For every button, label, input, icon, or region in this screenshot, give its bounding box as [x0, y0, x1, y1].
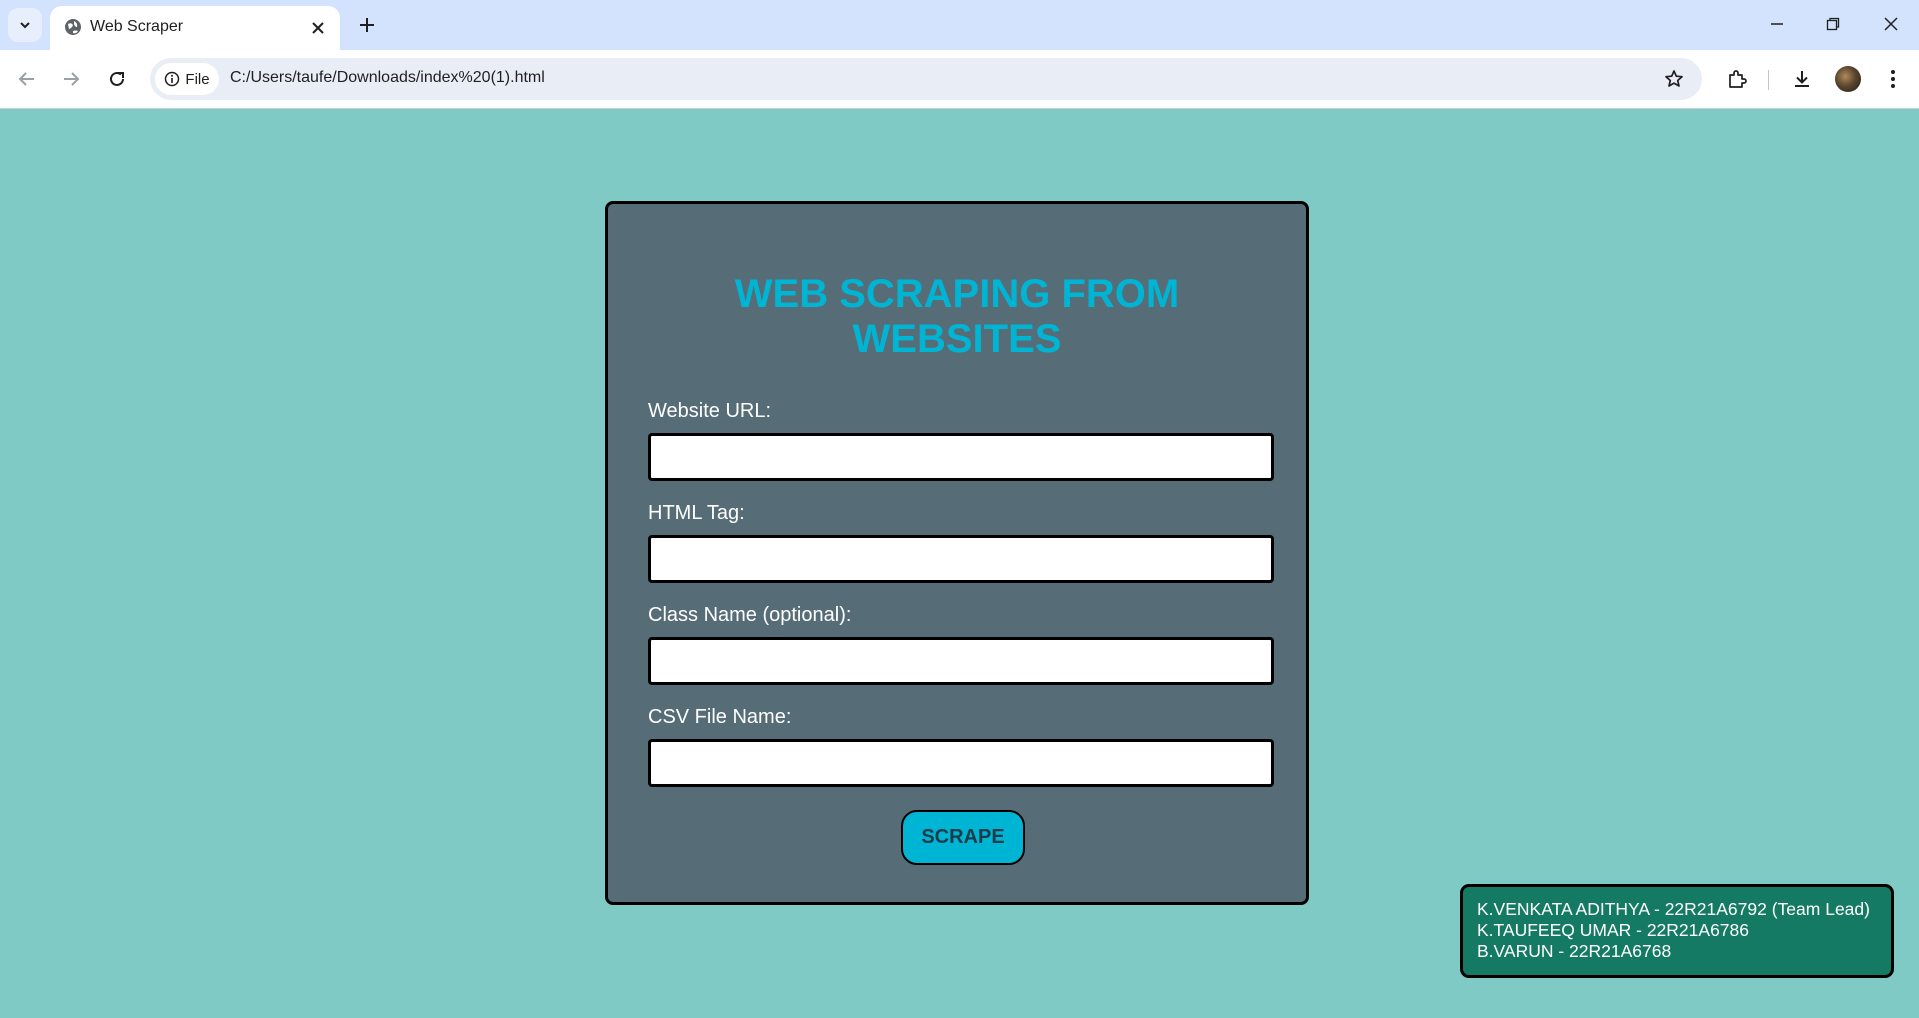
site-chip-label: File — [185, 70, 210, 88]
class-name-label: Class Name (optional): — [648, 604, 852, 626]
url-text[interactable]: C:/Users/taufe/Downloads/index%20(1).htm… — [230, 69, 545, 87]
class-name-input[interactable] — [648, 637, 1274, 685]
credit-line: K.TAUFEEQ UMAR - 22R21A6786 — [1477, 920, 1749, 940]
close-icon — [312, 22, 324, 34]
scrape-button[interactable]: SCRAPE — [901, 810, 1025, 865]
bookmark-button[interactable] — [1660, 65, 1688, 93]
globe-icon — [65, 19, 81, 35]
browser-tab[interactable]: Web Scraper — [50, 6, 340, 50]
website-url-input[interactable] — [648, 433, 1274, 481]
tab-close-button[interactable] — [306, 16, 330, 40]
new-tab-button[interactable] — [352, 10, 382, 40]
tab-title: Web Scraper — [90, 18, 184, 35]
tab-search-button[interactable] — [8, 8, 42, 42]
minimize-button[interactable] — [1754, 6, 1800, 42]
back-button[interactable] — [10, 62, 44, 96]
page-title: WEB SCRAPING FROM WEBSITES — [608, 272, 1306, 362]
avatar — [1835, 66, 1861, 92]
chevron-down-icon — [20, 22, 30, 29]
forward-button[interactable] — [54, 62, 88, 96]
team-credits-box: K.VENKATA ADITHYA - 22R21A6792 (Team Lea… — [1460, 884, 1894, 978]
restore-icon — [1826, 17, 1840, 31]
scraper-form-card: WEB SCRAPING FROM WEBSITES Website URL: … — [605, 201, 1309, 905]
browser-menu-button[interactable] — [1876, 62, 1910, 96]
star-icon — [1665, 70, 1683, 87]
credit-line-team-lead: K.VENKATA ADITHYA - 22R21A6792 (Team Lea… — [1477, 899, 1870, 919]
extensions-button[interactable] — [1720, 62, 1754, 96]
website-url-label: Website URL: — [648, 400, 772, 422]
close-window-button[interactable] — [1868, 6, 1914, 42]
minimize-icon — [1771, 23, 1783, 25]
page-title-text: WEB SCRAPING FROM WEBSITES — [734, 272, 1180, 361]
credit-line: B.VARUN - 22R21A6768 — [1477, 941, 1672, 961]
browser-toolbar: File C:/Users/taufe/Downloads/index%20(1… — [0, 50, 1919, 109]
csv-file-name-input[interactable] — [648, 739, 1274, 787]
arrow-left-icon — [18, 72, 34, 86]
browser-tab-strip: Web Scraper — [0, 0, 1919, 50]
download-icon — [1795, 71, 1809, 87]
reload-icon — [110, 71, 124, 86]
site-info-chip[interactable]: File — [155, 63, 219, 95]
puzzle-icon — [1729, 70, 1747, 88]
csv-file-name-label: CSV File Name: — [648, 706, 792, 728]
address-bar[interactable]: File C:/Users/taufe/Downloads/index%20(1… — [150, 58, 1702, 100]
arrow-right-icon — [64, 72, 80, 86]
downloads-button[interactable] — [1785, 62, 1819, 96]
plus-icon — [360, 18, 374, 32]
close-icon — [1884, 17, 1898, 31]
toolbar-divider — [1768, 70, 1769, 90]
profile-button[interactable] — [1831, 62, 1865, 96]
info-icon — [165, 71, 180, 87]
html-tag-input[interactable] — [648, 535, 1274, 583]
html-tag-label: HTML Tag: — [648, 502, 745, 524]
more-vertical-icon — [1891, 70, 1895, 88]
reload-button[interactable] — [100, 62, 134, 96]
restore-button[interactable] — [1810, 6, 1856, 42]
